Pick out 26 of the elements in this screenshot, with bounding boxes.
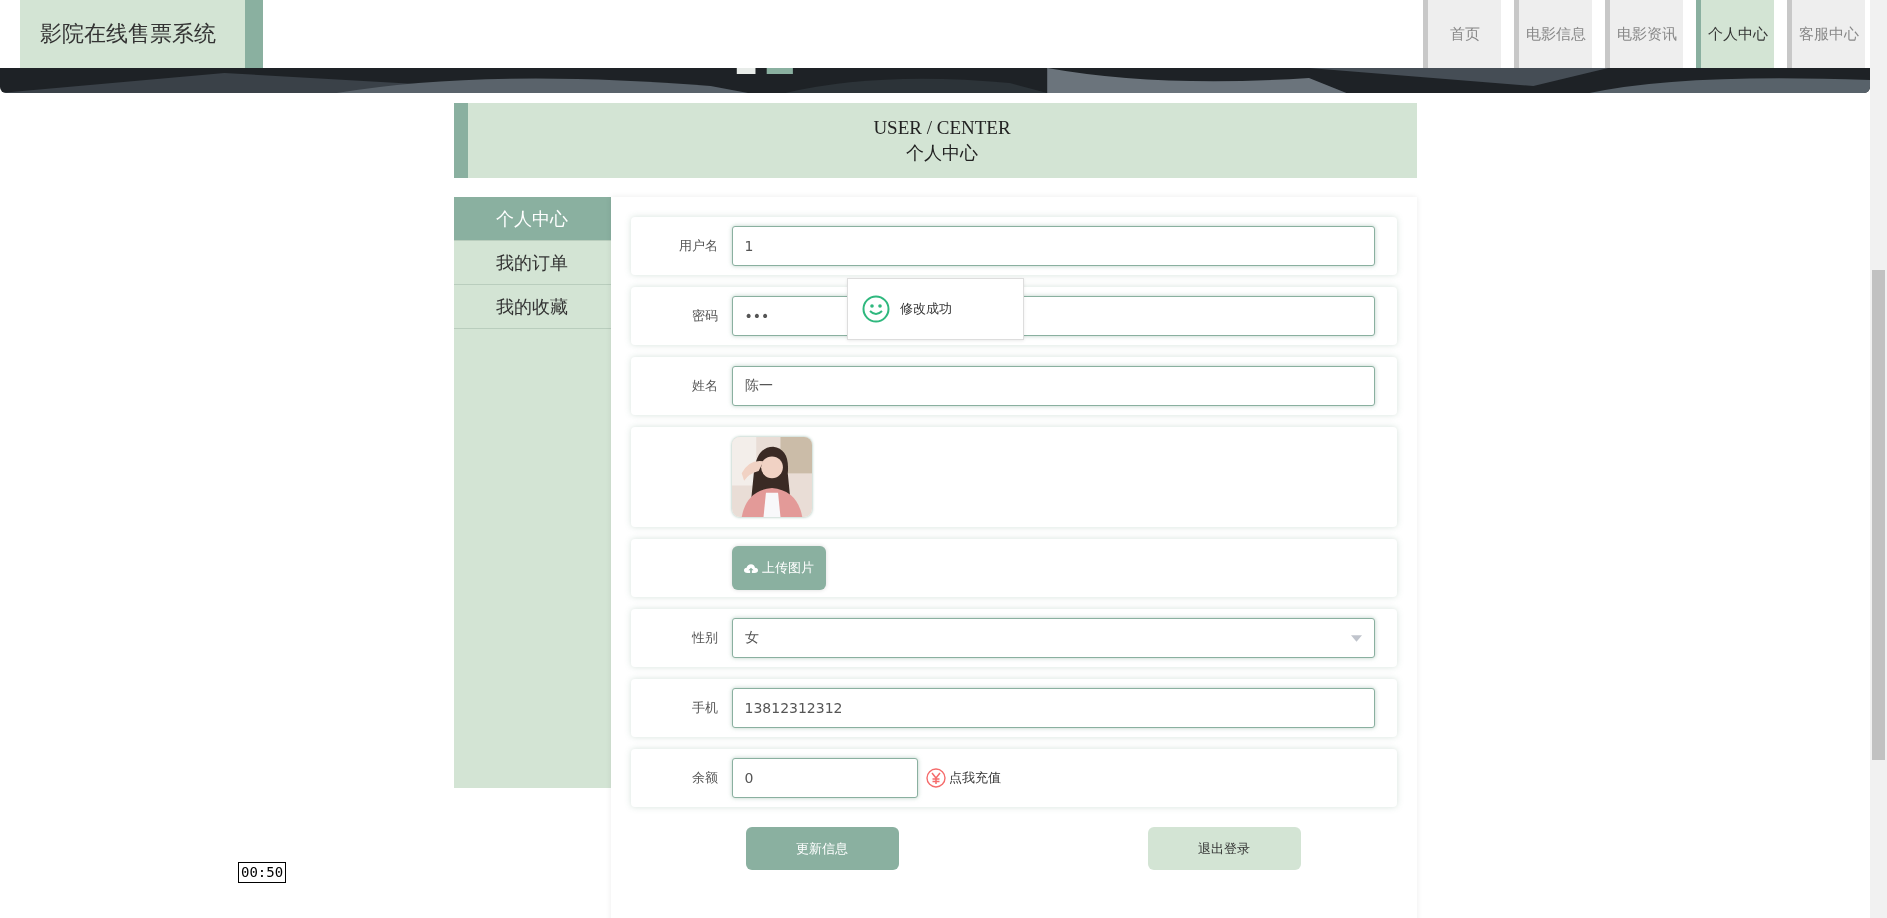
field-label: 手机 — [690, 699, 719, 717]
field-label: 密码 — [690, 307, 719, 325]
sidebar-item[interactable]: 我的收藏 — [453, 285, 611, 329]
input-field[interactable]: 13812312312 — [731, 688, 1375, 728]
time-tooltip: 00:50 — [238, 862, 287, 883]
site-title: 影院在线售票系统 — [20, 0, 263, 68]
sidebar-item[interactable]: 我的订单 — [453, 241, 611, 285]
nav-tab[interactable]: 个人中心 — [1696, 0, 1774, 68]
field-label: 余额 — [690, 769, 719, 787]
banner-title: USER / CENTER — [873, 116, 1011, 139]
caret-icon — [1350, 634, 1362, 642]
field-label: 姓名 — [690, 377, 719, 395]
input-field[interactable]: 0 — [731, 758, 918, 798]
scrollbar[interactable] — [1870, 0, 1887, 918]
smiley-icon — [861, 295, 890, 323]
logout-button[interactable]: 退出登录 — [1147, 827, 1301, 870]
input-field[interactable]: 陈一 — [731, 366, 1375, 406]
select-field[interactable]: 女 — [731, 618, 1375, 658]
input-field[interactable]: 1 — [731, 226, 1375, 266]
cloud-upload-icon — [743, 562, 758, 574]
banner-subtitle: 个人中心 — [906, 141, 978, 165]
field-label: 用户名 — [677, 237, 719, 255]
recharge-link[interactable]: 点我充值 — [925, 768, 1001, 788]
toast-text: 修改成功 — [899, 300, 952, 318]
field-label: 性别 — [690, 629, 719, 647]
yen-icon — [925, 768, 946, 788]
